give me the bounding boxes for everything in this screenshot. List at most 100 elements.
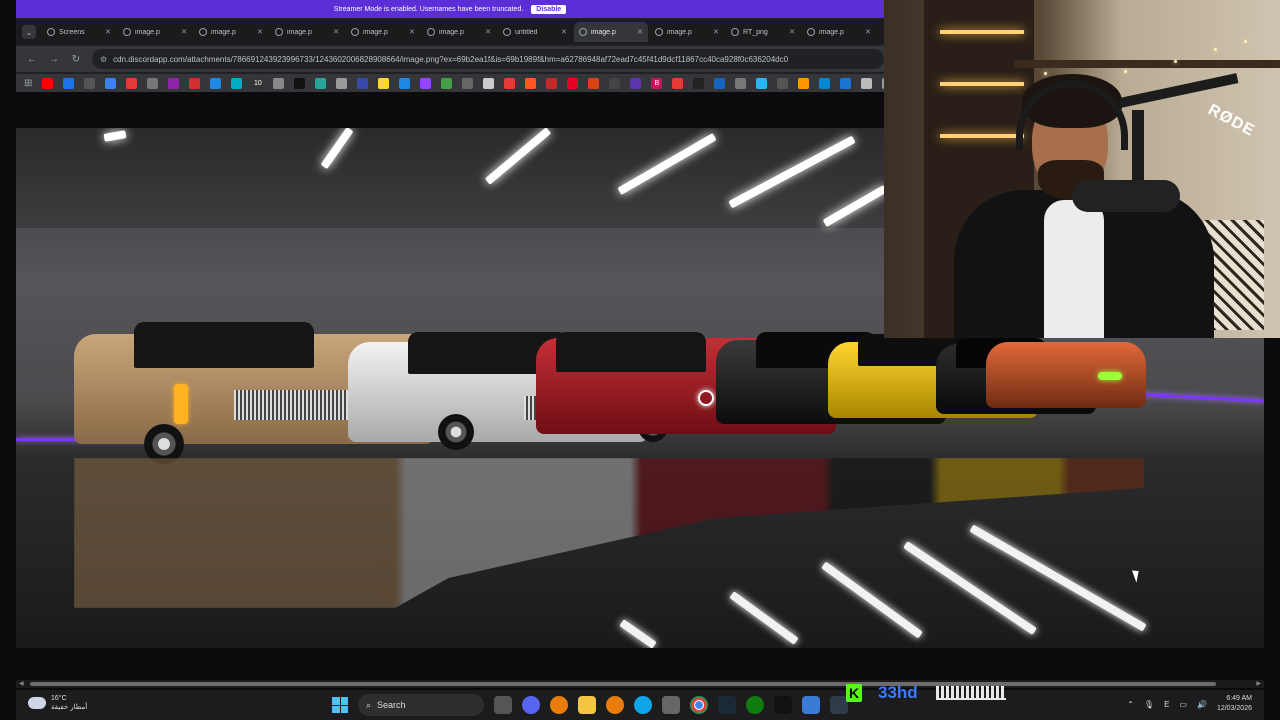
- bookmark-icon[interactable]: [504, 77, 516, 89]
- bookmark-icon[interactable]: [84, 77, 96, 89]
- shelf-unit: [1014, 60, 1280, 68]
- scroll-left-icon[interactable]: ◀: [19, 680, 24, 688]
- browser-tab[interactable]: RT_png ✕: [726, 22, 800, 42]
- bookmark-icon[interactable]: [441, 77, 453, 89]
- close-icon[interactable]: ✕: [713, 28, 719, 36]
- bookmark-icon[interactable]: [714, 77, 726, 89]
- browser-tab[interactable]: image.p ✕: [422, 22, 496, 42]
- bookmark-icon[interactable]: [105, 77, 117, 89]
- close-icon[interactable]: ✕: [105, 28, 111, 36]
- browser-tab[interactable]: image.p ✕: [574, 22, 648, 42]
- app-icon[interactable]: [802, 696, 820, 714]
- back-icon[interactable]: ←: [26, 54, 38, 65]
- file-icon[interactable]: [494, 696, 512, 714]
- close-icon[interactable]: ✕: [789, 28, 795, 36]
- browser-tab[interactable]: image.p ✕: [270, 22, 344, 42]
- discord-icon[interactable]: [522, 696, 540, 714]
- windows-start-icon[interactable]: [332, 697, 348, 713]
- browser-tab[interactable]: image.p ✕: [802, 22, 876, 42]
- bookmark-icon[interactable]: [588, 77, 600, 89]
- bookmark-icon[interactable]: [609, 77, 621, 89]
- store-icon[interactable]: [662, 696, 680, 714]
- tiktok-icon[interactable]: [294, 77, 306, 89]
- bookmark-icon[interactable]: [483, 77, 495, 89]
- bookmark-icon[interactable]: [672, 77, 684, 89]
- system-tray: ⌃ 🎙 E ▭ 🔊 6:49 AM 12/03/2026: [1127, 694, 1252, 714]
- weather-desc: أمطار خفيفة: [51, 704, 88, 711]
- bookmark-icon[interactable]: [147, 77, 159, 89]
- mic-tray-icon[interactable]: 🎙: [1144, 700, 1154, 709]
- cloud-rain-icon: [28, 697, 46, 709]
- bookmark-icon[interactable]: [546, 77, 558, 89]
- bookmark-icon[interactable]: [399, 77, 411, 89]
- close-icon[interactable]: ✕: [257, 28, 263, 36]
- bookmark-icon[interactable]: [336, 77, 348, 89]
- bookmark-icon[interactable]: [378, 77, 390, 89]
- shelf-light: [940, 30, 1024, 34]
- tab-search-icon[interactable]: ⌄: [22, 25, 36, 39]
- url-field[interactable]: ⚙ cdn.discordapp.com/attachments/7866912…: [92, 49, 884, 69]
- close-icon[interactable]: ✕: [637, 28, 643, 36]
- reload-icon[interactable]: ↻: [70, 54, 82, 65]
- bookmark-icon[interactable]: [210, 77, 222, 89]
- language-indicator[interactable]: E: [1164, 700, 1169, 709]
- browser-tab[interactable]: Screens ✕: [42, 22, 116, 42]
- blender-icon[interactable]: [550, 696, 568, 714]
- browser-tab[interactable]: image.p ✕: [346, 22, 420, 42]
- youtube-icon[interactable]: [42, 77, 54, 89]
- scrollbar-thumb[interactable]: [30, 682, 1216, 686]
- bookmark-icon[interactable]: [798, 77, 810, 89]
- edge-icon[interactable]: [634, 696, 652, 714]
- forward-icon[interactable]: →: [48, 54, 60, 65]
- close-icon[interactable]: ✕: [561, 28, 567, 36]
- close-icon[interactable]: ✕: [409, 28, 415, 36]
- chrome-icon[interactable]: [690, 696, 708, 714]
- xbox-icon[interactable]: [746, 696, 764, 714]
- horizontal-scrollbar[interactable]: ◀ ▶: [16, 680, 1264, 688]
- clock[interactable]: 6:49 AM 12/03/2026: [1217, 694, 1252, 714]
- browser-tab[interactable]: image.p ✕: [194, 22, 268, 42]
- bookmark-icon[interactable]: [315, 77, 327, 89]
- bookmark-icon[interactable]: [861, 77, 873, 89]
- blender-icon-2[interactable]: [606, 696, 624, 714]
- bookmark-icon[interactable]: [630, 77, 642, 89]
- bookmark-icon[interactable]: [840, 77, 852, 89]
- folder-icon[interactable]: [578, 696, 596, 714]
- taskbar-search[interactable]: ⌕ Search: [358, 694, 484, 716]
- bookmark-icon[interactable]: [735, 77, 747, 89]
- steam-icon[interactable]: [718, 696, 736, 714]
- bookmark-icon[interactable]: [63, 77, 75, 89]
- close-icon[interactable]: ✕: [181, 28, 187, 36]
- close-icon[interactable]: ✕: [865, 28, 871, 36]
- pinterest-icon[interactable]: [567, 77, 579, 89]
- browser-tab[interactable]: image.p ✕: [118, 22, 192, 42]
- browser-tab[interactable]: image.p ✕: [650, 22, 724, 42]
- close-icon[interactable]: ✕: [485, 28, 491, 36]
- apps-grid-icon[interactable]: ⊞: [24, 78, 32, 89]
- twitch-icon[interactable]: [420, 77, 432, 89]
- bookmark-icon[interactable]: [756, 77, 768, 89]
- bookmark-icon[interactable]: [525, 77, 537, 89]
- disable-button[interactable]: Disable: [531, 4, 567, 14]
- bookmark-icon[interactable]: B: [651, 77, 663, 89]
- site-info-icon[interactable]: ⚙: [100, 55, 107, 64]
- bookmark-icon[interactable]: [462, 77, 474, 89]
- scroll-right-icon[interactable]: ▶: [1256, 680, 1261, 688]
- close-icon[interactable]: ✕: [333, 28, 339, 36]
- bookmark-icon[interactable]: [231, 77, 243, 89]
- bookmark-icon[interactable]: [693, 77, 705, 89]
- network-icon[interactable]: ▭: [1179, 700, 1187, 709]
- bookmark-icon[interactable]: 10: [252, 77, 264, 89]
- bookmark-icon[interactable]: [189, 77, 201, 89]
- capcut-icon[interactable]: [774, 696, 792, 714]
- bookmark-icon[interactable]: [777, 77, 789, 89]
- bookmark-icon[interactable]: [168, 77, 180, 89]
- volume-icon[interactable]: 🔊: [1197, 700, 1207, 709]
- bookmark-icon[interactable]: [819, 77, 831, 89]
- bookmark-icon[interactable]: [273, 77, 285, 89]
- bookmark-icon[interactable]: [126, 77, 138, 89]
- bookmark-icon[interactable]: [357, 77, 369, 89]
- browser-tab[interactable]: untitled ✕: [498, 22, 572, 42]
- weather-widget[interactable]: 16°C أمطار خفيفة: [28, 694, 87, 712]
- chevron-up-icon[interactable]: ⌃: [1127, 700, 1134, 709]
